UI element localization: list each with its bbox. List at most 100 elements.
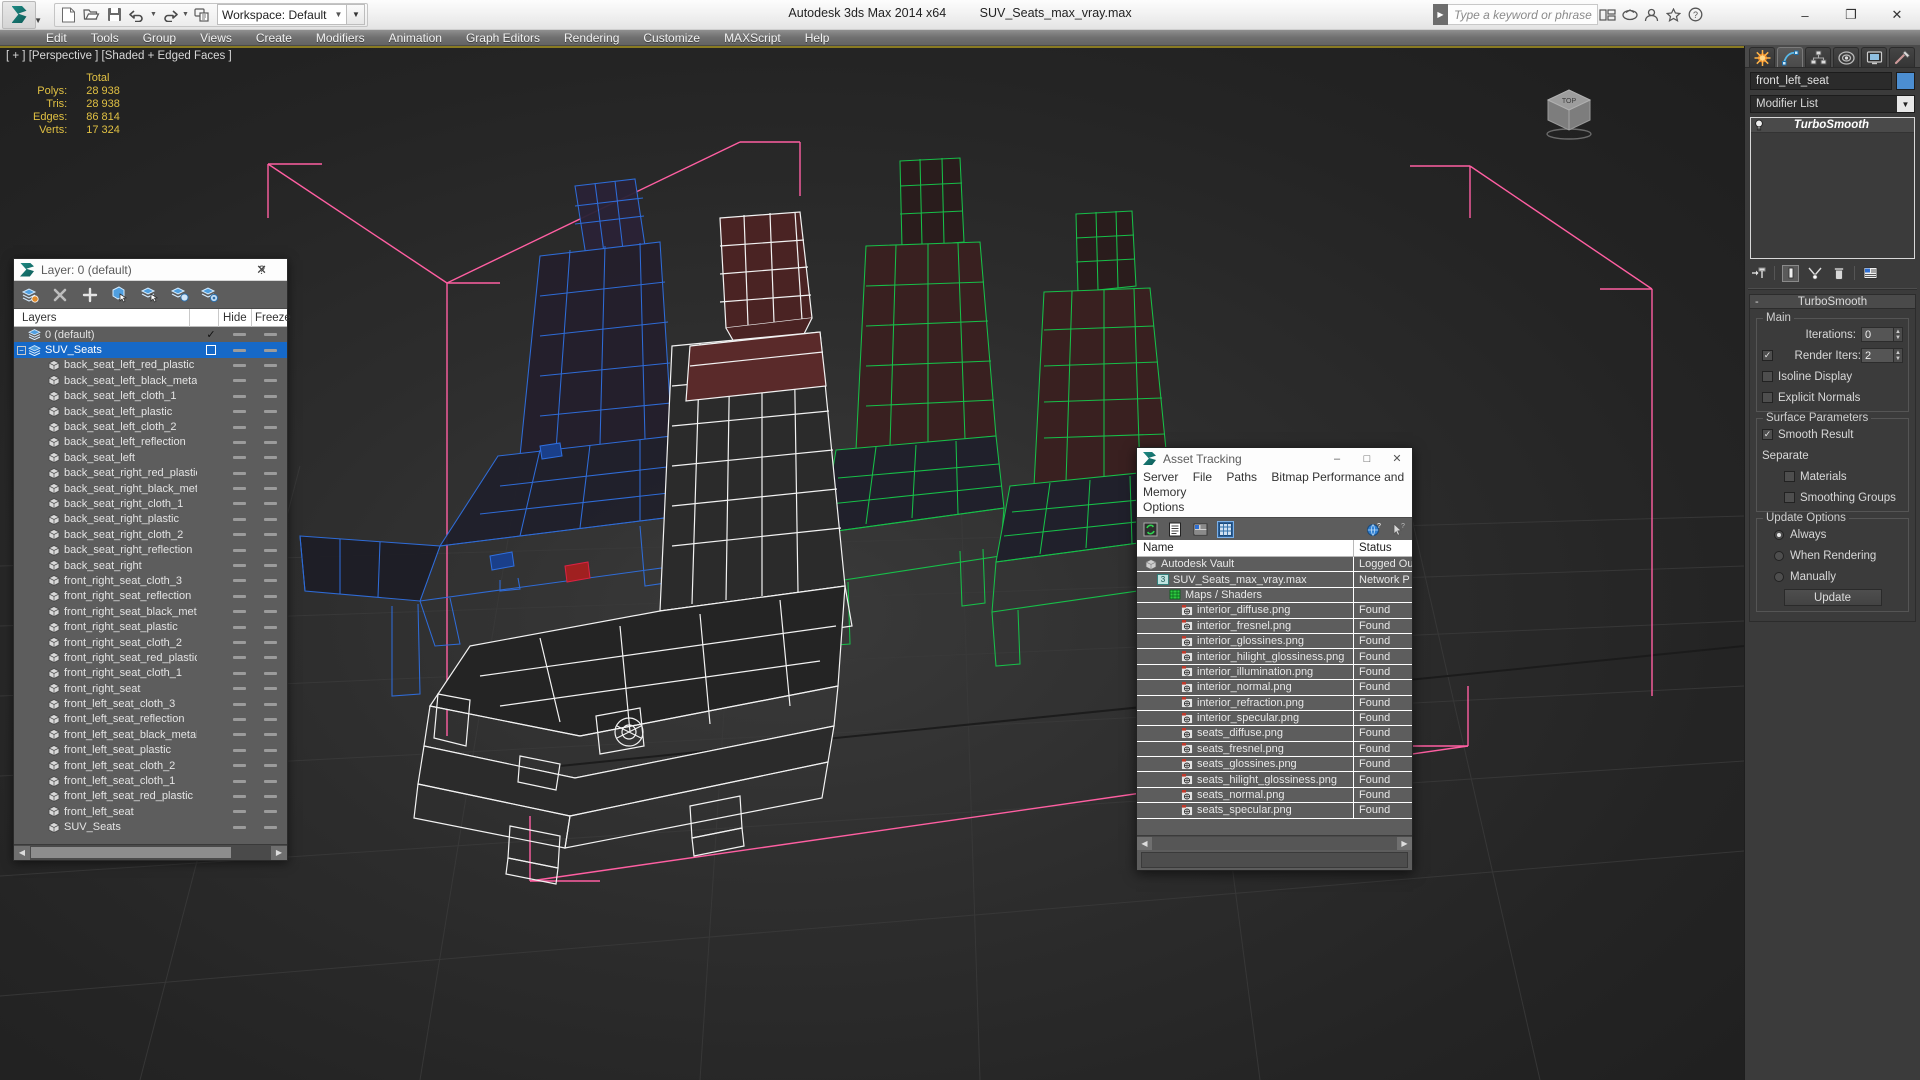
configure-modifier-sets-icon[interactable]	[1862, 265, 1879, 282]
asset-menu-paths[interactable]: Paths	[1226, 470, 1257, 484]
field-materials[interactable]: Materials	[1762, 468, 1903, 485]
layer-name-cell[interactable]: back_seat_right_cloth_2	[14, 529, 197, 541]
layer-name-cell[interactable]: back_seat_right_black_metal	[14, 483, 197, 495]
manually-radio[interactable]	[1774, 571, 1784, 582]
object-color-swatch[interactable]	[1896, 72, 1915, 90]
object-name-field[interactable]: front_left_seat	[1750, 72, 1892, 90]
motion-tab[interactable]	[1833, 47, 1859, 67]
signin-icon[interactable]	[1642, 5, 1661, 24]
layer-freeze-cell[interactable]	[253, 579, 287, 583]
layer-row[interactable]: front_left_seat_plastic	[14, 743, 287, 758]
scroll-left-icon[interactable]: ◀	[14, 845, 30, 860]
layer-hide-cell[interactable]	[225, 748, 253, 752]
asset-name-cell[interactable]: seats_hilight_glossiness.png	[1137, 774, 1353, 786]
layer-name-cell[interactable]: front_left_seat_reflection	[14, 713, 197, 725]
layer-name-cell[interactable]: back_seat_left_cloth_2	[14, 421, 197, 433]
menu-item-customize[interactable]: Customize	[631, 30, 712, 46]
layer-hide-cell[interactable]	[225, 733, 253, 737]
lightbulb-icon[interactable]	[1751, 119, 1767, 132]
layer-freeze-cell[interactable]	[253, 794, 287, 798]
layer-hide-cell[interactable]	[225, 564, 253, 568]
asset-name-cell[interactable]: seats_diffuse.png	[1137, 727, 1353, 739]
modifier-list-dropdown[interactable]: Modifier List ▼	[1750, 95, 1915, 113]
rollout-header[interactable]: - TurboSmooth	[1749, 294, 1916, 309]
layer-row[interactable]: back_seat_left_plastic	[14, 404, 287, 419]
layer-name-cell[interactable]: back_seat_right_plastic	[14, 513, 197, 525]
layer-name-cell[interactable]: front_left_seat_plastic	[14, 744, 197, 756]
layer-row[interactable]: front_right_seat_cloth_1	[14, 666, 287, 681]
help-arrow-icon[interactable]: ?	[1390, 521, 1407, 538]
asset-row[interactable]: 3 SUV_Seats_max_vray.max Network P	[1137, 571, 1412, 588]
layer-hide-cell[interactable]	[225, 825, 253, 829]
asset-tracking-dialog[interactable]: Asset Tracking – □ ✕ Server File Paths B…	[1136, 447, 1413, 871]
search-dropdown-icon[interactable]: ▶	[1433, 4, 1448, 25]
detail-view-icon[interactable]	[1192, 521, 1209, 538]
asset-menu-server[interactable]: Server	[1143, 470, 1178, 484]
asset-name-cell[interactable]: interior_fresnel.png	[1137, 620, 1353, 632]
display-tab[interactable]	[1861, 47, 1887, 67]
layer-hide-cell[interactable]	[225, 594, 253, 598]
layer-row[interactable]: front_right_seat_black_metal	[14, 604, 287, 619]
materials-checkbox[interactable]	[1784, 471, 1795, 482]
asset-row[interactable]: seats_fresnel.png Found	[1137, 741, 1412, 758]
asset-name-cell[interactable]: 3 SUV_Seats_max_vray.max	[1137, 574, 1353, 586]
asset-row[interactable]: seats_specular.png Found	[1137, 802, 1412, 819]
expand-collapse-icon[interactable]: −	[17, 345, 26, 355]
layer-freeze-cell[interactable]	[253, 379, 287, 383]
layer-name-cell[interactable]: front_right_seat	[14, 683, 197, 695]
modifier-stack[interactable]: TurboSmooth	[1750, 117, 1915, 259]
layer-freeze-cell[interactable]	[253, 564, 287, 568]
scroll-left-icon[interactable]: ◀	[1137, 836, 1152, 850]
app-menu-button[interactable]: ▼	[2, 0, 42, 29]
undo-dropdown-icon[interactable]: ▼	[149, 11, 158, 18]
select-objects-in-layer-icon[interactable]	[110, 285, 129, 304]
layer-freeze-cell[interactable]	[253, 687, 287, 691]
layer-name-cell[interactable]: front_right_seat_black_metal	[14, 606, 197, 618]
layer-name-cell[interactable]: back_seat_left_black_metal	[14, 375, 197, 387]
menu-item-help[interactable]: Help	[793, 30, 842, 46]
layer-hide-cell[interactable]	[225, 363, 253, 367]
asset-name-cell[interactable]: seats_specular.png	[1137, 804, 1353, 816]
asset-row[interactable]: interior_normal.png Found	[1137, 679, 1412, 696]
field-smooth-result[interactable]: ✓ Smooth Result	[1762, 426, 1903, 443]
render-iters-input[interactable]: 2	[1861, 348, 1894, 363]
field-when-rendering[interactable]: When Rendering	[1762, 547, 1903, 564]
asset-maximize-button[interactable]: □	[1352, 448, 1382, 469]
layer-hide-cell[interactable]	[225, 410, 253, 414]
rollout-collapse-icon[interactable]: -	[1755, 296, 1759, 308]
layer-hide-cell[interactable]	[225, 764, 253, 768]
layer-row[interactable]: back_seat_left_black_metal	[14, 373, 287, 388]
layer-hide-cell[interactable]	[225, 425, 253, 429]
when-rendering-radio[interactable]	[1774, 550, 1784, 561]
layer-row[interactable]: front_right_seat_red_plastic	[14, 650, 287, 665]
asset-name-cell[interactable]: interior_illumination.png	[1137, 666, 1353, 678]
asset-minimize-button[interactable]: –	[1322, 448, 1352, 469]
list-view-icon[interactable]	[1167, 521, 1184, 538]
layer-hide-cell[interactable]	[225, 487, 253, 491]
viewport-label[interactable]: [ + ] [Perspective ] [Shaded + Edged Fac…	[6, 50, 232, 62]
layer-current-cell[interactable]: ✓	[197, 328, 225, 341]
scroll-thumb[interactable]	[31, 847, 231, 858]
create-tab[interactable]	[1749, 47, 1775, 67]
asset-name-cell[interactable]: seats_normal.png	[1137, 789, 1353, 801]
new-file-button[interactable]	[57, 4, 80, 25]
favorites-star-icon[interactable]	[1664, 5, 1683, 24]
asset-row[interactable]: Autodesk Vault Logged Ou	[1137, 557, 1412, 573]
minimize-button[interactable]: –	[1782, 0, 1828, 30]
render-iters-spinner[interactable]: ▲ ▼	[1894, 348, 1903, 363]
menu-item-graph-editors[interactable]: Graph Editors	[454, 30, 552, 46]
menu-item-maxscript[interactable]: MAXScript	[712, 30, 793, 46]
layer-hide-cell[interactable]	[225, 579, 253, 583]
asset-row[interactable]: interior_fresnel.png Found	[1137, 618, 1412, 634]
scroll-track[interactable]	[1152, 836, 1397, 850]
grid-view-icon[interactable]	[1217, 520, 1234, 538]
asset-menu-options[interactable]: Options	[1143, 500, 1184, 514]
layer-row[interactable]: front_right_seat	[14, 681, 287, 696]
layer-name-cell[interactable]: back_seat_left	[14, 452, 197, 464]
utilities-tab[interactable]	[1889, 47, 1915, 67]
set-project-folder-button[interactable]	[190, 4, 213, 25]
asset-row[interactable]: seats_hilight_glossiness.png Found	[1137, 771, 1412, 788]
layer-freeze-cell[interactable]	[253, 748, 287, 752]
layer-name-cell[interactable]: front_right_seat_plastic	[14, 621, 197, 633]
menu-item-create[interactable]: Create	[244, 30, 304, 46]
